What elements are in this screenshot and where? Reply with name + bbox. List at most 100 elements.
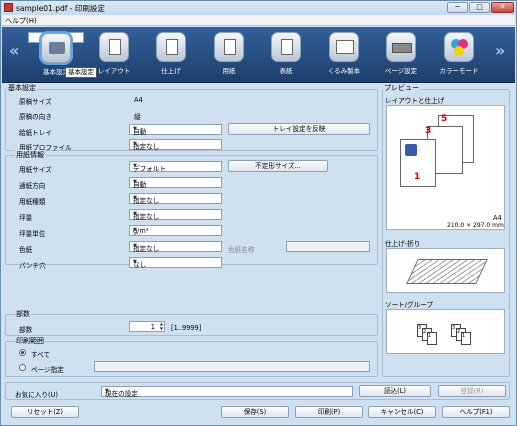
tab-binding[interactable]: くるみ製本	[316, 32, 372, 80]
flower-image	[405, 144, 417, 156]
chevron-down-icon: ▼	[133, 141, 137, 147]
copies-input[interactable]: 1 ▲ ▼	[129, 321, 165, 332]
title-bar[interactable]: sample01.pdf - 印刷設定 ─ □ ✕	[1, 1, 516, 15]
preview-paper-size: A4	[493, 214, 502, 222]
print-button[interactable]: 印刷(P)	[295, 406, 363, 418]
scroll-left-icon[interactable]: «	[9, 41, 19, 60]
page-number-3: 3	[425, 126, 432, 136]
basic-settings-icon	[41, 33, 71, 63]
copies-spinner-icon[interactable]: ▲ ▼	[160, 321, 163, 331]
colored-paper-label: 色紙	[19, 246, 33, 254]
favorites-label: お気に入り(U)	[15, 391, 58, 399]
chevron-down-icon: ▼	[133, 163, 137, 169]
layout-preview-label: レイアウトと仕上げ	[385, 97, 445, 105]
reset-button[interactable]: リセット(Z)	[11, 406, 79, 418]
favorites-select[interactable]: 現在の設定 ▼	[101, 386, 353, 398]
layout-icon	[99, 32, 129, 62]
page-number-5: 5	[441, 114, 448, 124]
fold-preview	[386, 248, 505, 293]
range-pages-radio[interactable]	[19, 364, 26, 371]
page-settings-icon	[386, 32, 416, 62]
sort-page-1a: 1	[427, 332, 437, 345]
color-name-label: 色紙名称	[228, 246, 255, 254]
chevron-down-icon: ▼	[133, 211, 137, 217]
tab-color-mode-label: カラーモード	[439, 67, 479, 75]
weight-unit-select[interactable]: g/m² ▼	[129, 225, 222, 236]
close-button[interactable]: ✕	[491, 2, 514, 13]
minimize-button[interactable]: ─	[447, 2, 468, 13]
paper-size-label: 用紙サイズ	[19, 166, 52, 174]
help-button[interactable]: ヘルプ(F1)	[442, 406, 510, 418]
paper-type-label: 用紙種類	[19, 198, 46, 206]
tab-paper[interactable]: 用紙	[201, 32, 257, 80]
layout-preview: 5 3 1 A4 210.0 × 297.0 mm	[386, 105, 505, 230]
sort-page-1b: 1	[461, 332, 471, 345]
tab-page-settings[interactable]: ページ設定	[373, 32, 429, 80]
sort-preview-label: ソート/グループ	[385, 301, 433, 309]
scroll-right-icon[interactable]: »	[495, 41, 505, 60]
tab-page-settings-label: ページ設定	[384, 67, 418, 75]
punch-label: パンチ穴	[19, 262, 46, 270]
paper-weight-label: 坪量	[19, 214, 33, 222]
fold-preview-label: 仕上げ-折り	[385, 240, 421, 248]
window-title: sample01.pdf - 印刷設定	[16, 4, 105, 13]
tab-finishing-label: 仕上げ	[161, 67, 181, 75]
feed-direction-select[interactable]: 自動 ▼	[129, 177, 222, 189]
page-range-input[interactable]	[94, 361, 370, 372]
save-button[interactable]: 保存(S)	[221, 406, 289, 418]
punch-select[interactable]: なし ▼	[129, 257, 222, 269]
print-settings-window: sample01.pdf - 印刷設定 ─ □ ✕ ヘルプ(H) « 基本設定 …	[0, 0, 517, 426]
menu-help[interactable]: ヘルプ(H)	[5, 16, 37, 26]
chevron-down-icon: ▼	[133, 243, 137, 249]
chevron-down-icon: ▼	[133, 227, 137, 233]
range-pages-label: ページ指定	[31, 366, 64, 374]
fold-sheet-icon	[406, 259, 488, 284]
custom-size-button[interactable]: 不定形サイズ...	[228, 160, 328, 172]
range-all-radio[interactable]	[19, 349, 26, 356]
basic-settings-legend: 基本設定	[7, 83, 37, 93]
copies-value: 1	[150, 323, 155, 331]
range-all-label: すべて	[31, 351, 51, 359]
chevron-down-icon: ▼	[133, 126, 137, 132]
tab-cover[interactable]: 表紙	[258, 32, 314, 80]
cancel-button[interactable]: キャンセル(C)	[368, 406, 436, 418]
paper-profile-select[interactable]: 指定なし ▼	[129, 139, 222, 151]
app-icon	[4, 3, 13, 12]
load-button[interactable]: 読込(L)	[359, 385, 431, 397]
weight-unit-label: 坪量単位	[19, 230, 46, 238]
preview-legend: プレビュー	[383, 83, 420, 93]
menu-bar: ヘルプ(H)	[2, 15, 515, 26]
chevron-down-icon: ▼	[133, 259, 137, 265]
paper-icon	[214, 32, 244, 62]
chevron-down-icon: ▼	[105, 388, 109, 394]
paper-weight-select[interactable]: 指定なし ▼	[129, 209, 222, 221]
chevron-down-icon: ▼	[133, 179, 137, 185]
register-button[interactable]: 登録(R)	[438, 385, 506, 397]
apply-tray-button[interactable]: トレイ設定を反映	[228, 123, 370, 135]
color-mode-icon	[444, 32, 474, 62]
tooltip: 基本設定	[65, 67, 97, 78]
color-name-input[interactable]	[286, 241, 370, 252]
copies-range: [1..9999]	[171, 324, 202, 332]
colored-paper-select[interactable]: 指定なし ▼	[129, 241, 222, 253]
copies-label: 部数	[19, 326, 33, 334]
original-size-value: A4	[134, 96, 143, 104]
finishing-icon	[156, 32, 186, 62]
sort-preview: 3 2 1 3 2 1	[386, 309, 505, 354]
tab-binding-label: くるみ製本	[327, 67, 361, 75]
tab-finishing[interactable]: 仕上げ	[143, 32, 199, 80]
original-size-label: 原稿サイズ	[19, 98, 52, 106]
paper-size-select[interactable]: デフォルト ▼	[129, 161, 222, 173]
chevron-down-icon: ▼	[133, 195, 137, 201]
maximize-button[interactable]: □	[469, 2, 490, 13]
paper-tray-select[interactable]: 自動 ▼	[129, 124, 222, 136]
orientation-label: 原稿の向き	[19, 113, 52, 121]
paper-tray-label: 給紙トレイ	[19, 129, 52, 137]
tab-basic-settings[interactable]: 基本設定	[28, 32, 84, 76]
tab-color-mode[interactable]: カラーモード	[431, 32, 487, 80]
paper-type-select[interactable]: 指定なし ▼	[129, 193, 222, 205]
preview-paper-dims: 210.0 × 297.0 mm	[447, 222, 504, 229]
feed-direction-label: 通紙方向	[19, 182, 46, 190]
tab-paper-label: 用紙	[222, 67, 236, 75]
binding-icon	[329, 32, 359, 62]
